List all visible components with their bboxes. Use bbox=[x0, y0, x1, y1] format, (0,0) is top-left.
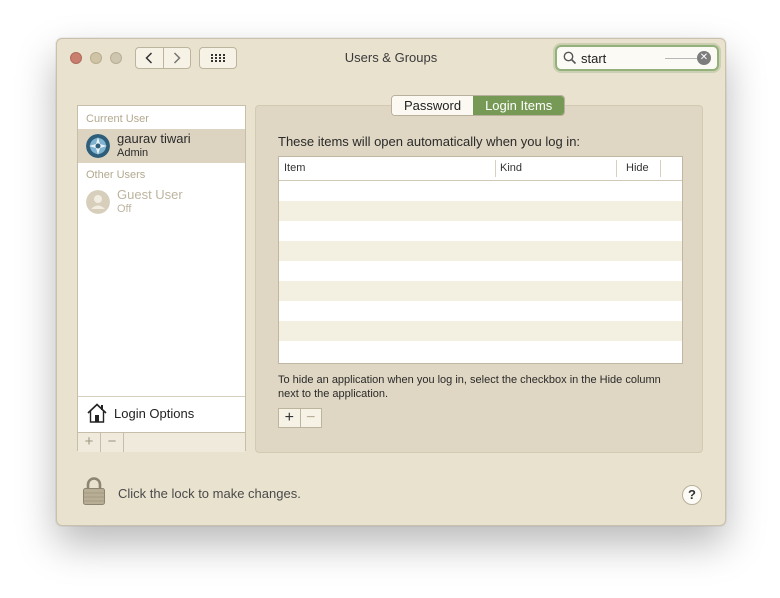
remove-login-item-button[interactable]: − bbox=[299, 409, 322, 427]
user-role: Off bbox=[117, 203, 132, 215]
column-header-hide[interactable]: Hide bbox=[626, 162, 649, 174]
table-row bbox=[279, 341, 682, 361]
table-row bbox=[279, 261, 682, 281]
clear-search-icon[interactable]: ✕ bbox=[697, 51, 711, 65]
table-row bbox=[279, 301, 682, 321]
column-divider bbox=[616, 160, 617, 177]
table-header: Item Kind Hide bbox=[279, 157, 682, 181]
table-row bbox=[279, 201, 682, 221]
help-button[interactable]: ? bbox=[682, 485, 702, 505]
add-login-item-button[interactable]: + bbox=[279, 409, 300, 427]
column-divider bbox=[660, 160, 661, 177]
hide-hint-text: To hide an application when you log in, … bbox=[278, 374, 661, 400]
avatar bbox=[86, 134, 110, 158]
user-row-gaurav-tiwari[interactable]: gaurav tiwari Admin bbox=[78, 129, 245, 163]
avatar bbox=[86, 190, 110, 214]
table-row bbox=[279, 221, 682, 241]
column-divider bbox=[495, 160, 496, 177]
user-role: Admin bbox=[117, 147, 149, 159]
login-options-item[interactable]: Login Options bbox=[78, 396, 245, 432]
remove-user-button[interactable]: − bbox=[101, 433, 124, 452]
lock-icon bbox=[83, 477, 105, 505]
search-field-underline bbox=[665, 58, 701, 59]
table-row bbox=[279, 281, 682, 301]
titlebar: Users & Groups ✕ bbox=[57, 39, 725, 77]
lock-button[interactable] bbox=[81, 476, 107, 509]
login-options-label: Login Options bbox=[114, 406, 195, 421]
tab-bar: Password Login Items bbox=[391, 95, 566, 116]
add-user-button[interactable]: + bbox=[78, 433, 101, 452]
tab-login-items[interactable]: Login Items bbox=[473, 96, 565, 115]
column-header-item[interactable]: Item bbox=[284, 162, 305, 174]
login-items-controls: + − bbox=[278, 408, 322, 428]
users-groups-window: Users & Groups ✕ Current User gaura bbox=[56, 38, 726, 526]
lock-status-text: Click the lock to make changes. bbox=[118, 486, 301, 501]
house-icon bbox=[87, 403, 107, 423]
table-row bbox=[279, 321, 682, 341]
search-icon bbox=[563, 51, 577, 65]
login-items-table[interactable]: Item Kind Hide bbox=[278, 156, 683, 364]
table-row bbox=[279, 181, 682, 201]
users-sidebar: Current User gaurav tiwari Admin Other U… bbox=[77, 105, 246, 452]
other-users-section-label: Other Users bbox=[86, 169, 146, 181]
table-row bbox=[279, 241, 682, 261]
current-user-section-label: Current User bbox=[86, 113, 149, 125]
user-name: gaurav tiwari bbox=[117, 131, 191, 146]
guest-user-icon bbox=[86, 190, 110, 214]
tab-password[interactable]: Password bbox=[392, 96, 474, 115]
user-row-guest-user[interactable]: Guest User Off bbox=[78, 185, 245, 219]
search-input[interactable] bbox=[581, 49, 661, 67]
user-avatar-icon bbox=[86, 134, 110, 158]
table-body bbox=[279, 181, 682, 361]
search-field[interactable]: ✕ bbox=[555, 45, 719, 71]
user-name: Guest User bbox=[117, 187, 183, 202]
sidebar-controls: + − bbox=[78, 432, 245, 452]
login-items-description: These items will open automatically when… bbox=[278, 134, 581, 149]
column-header-kind[interactable]: Kind bbox=[500, 162, 522, 174]
